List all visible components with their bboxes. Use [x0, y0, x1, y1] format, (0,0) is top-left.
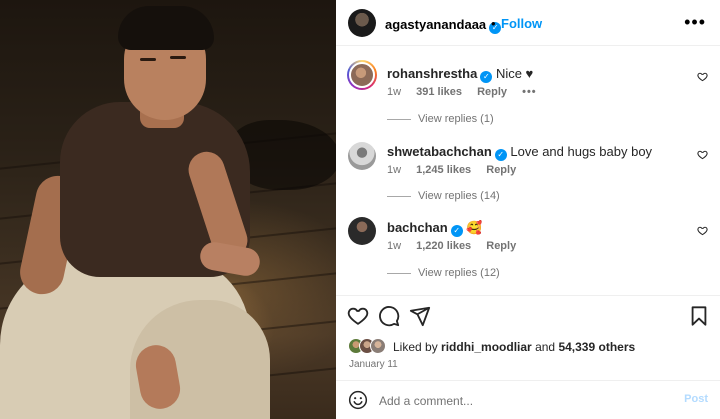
commenter-avatar[interactable] [348, 217, 376, 245]
figure-brow [140, 58, 156, 61]
comment-text-row: bachchan ✓ 🥰 [387, 220, 483, 237]
post-date[interactable]: January 11 [349, 359, 398, 370]
post-detail-panel: agastyanandaaa ✓ • Follow ••• rohanshrest… [336, 0, 720, 419]
post-header: agastyanandaaa ✓ • Follow ••• [336, 0, 720, 46]
comment-age[interactable]: 1w [387, 86, 401, 98]
liked-by-prefix: Liked by [393, 340, 438, 354]
comment-meta: 1w 1,245 likes Reply [387, 164, 528, 176]
heart-outline-icon[interactable] [697, 225, 708, 236]
likes-text: Liked by riddhi_moodliar and 54,339 othe… [393, 340, 635, 354]
heart-outline-icon[interactable] [697, 149, 708, 160]
comment-likes[interactable]: 391 likes [416, 86, 462, 98]
others-count[interactable]: 54,339 others [558, 340, 635, 354]
replies-line [387, 195, 411, 197]
commenter-avatar-ring[interactable] [347, 60, 377, 90]
heart-outline-icon[interactable] [697, 71, 708, 82]
view-replies-button[interactable]: View replies (14) [387, 190, 500, 202]
verified-badge-icon: ✓ [480, 71, 493, 83]
comment-body: Nice ♥ [495, 66, 534, 81]
reply-button[interactable]: Reply [486, 240, 516, 252]
view-replies-label[interactable]: View replies (1) [418, 113, 494, 125]
header-separator: • [491, 16, 496, 31]
view-replies-label[interactable]: View replies (12) [418, 267, 500, 279]
comment-body: 🥰 [466, 220, 483, 235]
reply-button[interactable]: Reply [477, 86, 507, 98]
action-bar [336, 295, 720, 335]
commenter-username[interactable]: rohanshrestha [387, 66, 477, 81]
emoji-icon[interactable] [348, 390, 368, 410]
more-options-button[interactable]: ••• [684, 13, 706, 31]
liker-avatar [370, 338, 386, 354]
liked-by-conjunction: and [535, 340, 556, 354]
verified-badge-icon: ✓ [494, 149, 507, 161]
replies-line [387, 118, 411, 120]
share-icon[interactable] [409, 305, 431, 327]
comment-item: bachchan ✓ 🥰 1w 1,220 likes Reply View re… [336, 209, 720, 289]
comment-meta: 1w 1,220 likes Reply [387, 240, 528, 252]
comment-text-row: shwetabachchan ✓ Love and hugs baby boy [387, 144, 652, 161]
comment-likes[interactable]: 1,220 likes [416, 240, 471, 252]
author-avatar[interactable] [348, 9, 376, 37]
figure-hair [118, 6, 214, 50]
replies-line [387, 272, 411, 274]
liker-username[interactable]: riddhi_moodliar [441, 340, 532, 354]
comment-age[interactable]: 1w [387, 240, 401, 252]
comment-item: rohanshrestha ✓ Nice ♥ 1w 391 likes Reply… [336, 46, 720, 132]
view-replies-button[interactable]: View replies (12) [387, 267, 500, 279]
comment-item: shwetabachchan ✓ Love and hugs baby boy 1… [336, 132, 720, 209]
commenter-username[interactable]: shwetabachchan [387, 144, 492, 159]
comment-meta: 1w 391 likes Reply ••• [387, 86, 549, 98]
commenter-avatar[interactable] [348, 142, 376, 170]
comment-icon[interactable] [378, 305, 400, 327]
comment-likes[interactable]: 1,245 likes [416, 164, 471, 176]
figure-brow [170, 56, 186, 59]
post-comment-button[interactable]: Post [684, 393, 708, 405]
comment-text-row: rohanshrestha ✓ Nice ♥ [387, 66, 533, 83]
view-replies-button[interactable]: View replies (1) [387, 113, 494, 125]
view-replies-label[interactable]: View replies (14) [418, 190, 500, 202]
commenter-username[interactable]: bachchan [387, 220, 448, 235]
post-photo[interactable] [0, 0, 336, 419]
verified-badge-icon: ✓ [450, 225, 463, 237]
comment-body: Love and hugs baby boy [510, 144, 653, 159]
follow-button[interactable]: Follow [501, 16, 542, 31]
author-username[interactable]: agastyanandaaa [385, 17, 486, 32]
comment-age[interactable]: 1w [387, 164, 401, 176]
author-username-wrap[interactable]: agastyanandaaa ✓ [385, 16, 502, 34]
like-heart-icon[interactable] [347, 305, 369, 327]
comment-input[interactable] [379, 392, 669, 410]
comment-more-button[interactable]: ••• [522, 86, 537, 98]
comment-composer: Post [336, 380, 720, 419]
bookmark-icon[interactable] [688, 305, 710, 327]
reply-button[interactable]: Reply [486, 164, 516, 176]
commenter-avatar [349, 62, 375, 88]
